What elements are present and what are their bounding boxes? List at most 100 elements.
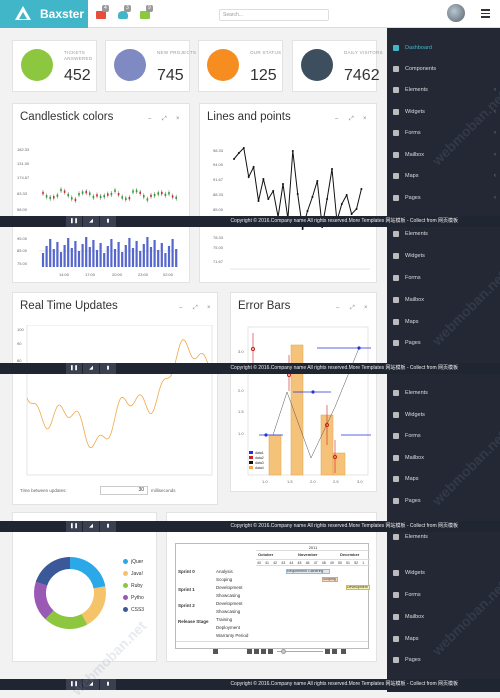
gantt-slider-handle[interactable] bbox=[281, 649, 286, 654]
sidebar-item-maps[interactable]: Maps bbox=[387, 312, 500, 332]
pause-icon[interactable]: ❚❚ bbox=[66, 216, 82, 227]
minimize-icon[interactable]: – bbox=[335, 116, 338, 122]
signal-icon[interactable]: ◢ bbox=[83, 521, 99, 532]
file-icon[interactable]: ▮ bbox=[100, 521, 116, 532]
menu-icon[interactable] bbox=[481, 9, 490, 20]
donut-slice bbox=[45, 610, 88, 629]
close-icon[interactable]: × bbox=[176, 116, 180, 122]
svg-text:data2: data2 bbox=[255, 456, 264, 460]
sidebar-item-pages[interactable]: Pages bbox=[387, 333, 500, 353]
file-icon[interactable]: ▮ bbox=[100, 363, 116, 374]
sidebar-item-pages[interactable]: Pages bbox=[387, 650, 500, 670]
gantt-year: 2011 bbox=[256, 544, 370, 551]
signal-icon[interactable]: ◢ bbox=[83, 363, 99, 374]
sidebar-item-widgets[interactable]: Widgets ‹ bbox=[387, 102, 500, 122]
rocket-icon bbox=[114, 49, 146, 81]
candle bbox=[146, 196, 149, 203]
svg-text:85.00: 85.00 bbox=[17, 248, 28, 253]
pause-icon[interactable]: ❚❚ bbox=[66, 521, 82, 532]
pause-icon[interactable]: ❚❚ bbox=[66, 679, 82, 690]
sidebar-item-maps[interactable]: Maps ‹ bbox=[387, 166, 500, 186]
gantt-settings-button[interactable] bbox=[341, 649, 346, 654]
gantt-next-button[interactable] bbox=[261, 649, 266, 654]
sidebar-item-mailbox[interactable]: Mailbox bbox=[387, 290, 500, 310]
sidebar-item-forms[interactable]: Forms bbox=[387, 426, 500, 446]
avatar[interactable] bbox=[447, 4, 465, 22]
sidebar-item-components[interactable]: Components bbox=[387, 59, 500, 79]
gantt-bar[interactable]: Requirement Gathering bbox=[286, 569, 330, 574]
expand-icon[interactable]: ⤢ bbox=[349, 116, 354, 123]
forms-icon bbox=[393, 592, 399, 598]
sidebar-item-mailbox[interactable]: Mailbox bbox=[387, 448, 500, 468]
line-point bbox=[340, 203, 343, 205]
candlestick-panel: Candlestick colors – ⤢ × 182.33 131.00 1… bbox=[12, 103, 190, 283]
candle bbox=[107, 191, 109, 198]
line-point bbox=[233, 158, 235, 160]
sidebar-item-dashboard[interactable]: Dashboard bbox=[387, 38, 500, 58]
signal-icon[interactable]: ◢ bbox=[83, 216, 99, 227]
close-icon[interactable]: × bbox=[207, 305, 211, 311]
candle bbox=[161, 190, 163, 197]
sidebar-item-elements[interactable]: Elements ‹ bbox=[387, 80, 500, 100]
svg-text:58.00: 58.00 bbox=[17, 207, 28, 212]
lines-panel: Lines and points – ⤢ × 98.33 94.00 91.67… bbox=[199, 103, 377, 283]
minimize-icon[interactable]: – bbox=[148, 116, 151, 122]
gantt-day: 45 bbox=[297, 561, 302, 565]
brand[interactable]: Baxster bbox=[0, 0, 88, 28]
file-icon[interactable]: ▮ bbox=[100, 679, 116, 690]
sidebar-item-pages[interactable]: Pages bbox=[387, 491, 500, 511]
expand-icon[interactable]: ⤢ bbox=[350, 305, 355, 312]
gantt-zoom-out-button[interactable] bbox=[325, 649, 330, 654]
sidebar-item-widgets[interactable]: Widgets bbox=[387, 246, 500, 266]
sidebar-item-mailbox[interactable]: Mailbox ‹ bbox=[387, 145, 500, 165]
sidebar-item-maps[interactable]: Maps bbox=[387, 469, 500, 489]
expand-icon[interactable]: ⤢ bbox=[193, 305, 198, 312]
gantt-first-button[interactable] bbox=[247, 649, 252, 654]
tasks-icon[interactable] bbox=[140, 11, 150, 19]
minimize-icon[interactable]: – bbox=[179, 305, 182, 311]
gantt-last-button[interactable] bbox=[268, 649, 273, 654]
sidebar-item-forms[interactable]: Forms bbox=[387, 268, 500, 288]
sidebar-item-widgets[interactable]: Widgets bbox=[387, 405, 500, 425]
gantt-task: Training bbox=[216, 617, 233, 622]
expand-icon[interactable]: ⤢ bbox=[162, 116, 167, 123]
sidebar-item-maps[interactable]: Maps bbox=[387, 629, 500, 649]
candle bbox=[99, 193, 102, 200]
close-icon[interactable]: × bbox=[364, 305, 368, 311]
gantt-bar[interactable]: Development bbox=[346, 585, 370, 590]
chevron-left-icon: ‹ bbox=[494, 173, 496, 179]
update-interval-input[interactable]: 30 bbox=[100, 486, 148, 495]
update-label: Time between updates: bbox=[20, 488, 67, 493]
minimize-icon[interactable]: – bbox=[336, 305, 339, 311]
bell-icon[interactable] bbox=[118, 11, 128, 19]
candle bbox=[164, 191, 167, 198]
close-icon[interactable]: × bbox=[363, 116, 367, 122]
mail-icon[interactable] bbox=[96, 11, 106, 19]
pause-icon[interactable]: ❚❚ bbox=[66, 363, 82, 374]
gantt-zoom-in-button[interactable] bbox=[332, 649, 337, 654]
sidebar-item-pages[interactable]: Pages ‹ bbox=[387, 188, 500, 208]
sidebar-item-forms[interactable]: Forms bbox=[387, 585, 500, 605]
panel-title: Error Bars bbox=[238, 300, 291, 312]
gantt-bar[interactable]: Scoping bbox=[322, 577, 338, 582]
donut-chart bbox=[34, 557, 107, 629]
sidebar-item-widgets[interactable]: Widgets bbox=[387, 563, 500, 583]
sidebar-item-forms[interactable]: Forms ‹ bbox=[387, 123, 500, 143]
stat-card-status: OUR STATUS 125 bbox=[198, 40, 283, 92]
sidebar-item-mailbox[interactable]: Mailbox bbox=[387, 607, 500, 627]
gantt-back-button[interactable] bbox=[254, 649, 259, 654]
mail-icon bbox=[393, 614, 399, 620]
volume-bar bbox=[110, 239, 113, 267]
gantt-prev-button[interactable] bbox=[213, 649, 218, 654]
sidebar-item-elements[interactable]: Elements bbox=[387, 224, 500, 244]
volume-bar bbox=[95, 250, 99, 267]
search-input[interactable]: Search... bbox=[219, 9, 329, 21]
map-icon bbox=[393, 636, 399, 642]
stat-card-tickets: TICKETS ANSWERED 452 bbox=[12, 40, 97, 92]
svg-text:98.33: 98.33 bbox=[213, 148, 224, 153]
mail-icon bbox=[393, 297, 399, 303]
signal-icon[interactable]: ◢ bbox=[83, 679, 99, 690]
file-icon[interactable]: ▮ bbox=[100, 216, 116, 227]
sidebar-item-elements[interactable]: Elements bbox=[387, 383, 500, 403]
footer-band: ❚❚ ◢ ▮ Copyright © 2016.Company name All r… bbox=[0, 363, 500, 374]
